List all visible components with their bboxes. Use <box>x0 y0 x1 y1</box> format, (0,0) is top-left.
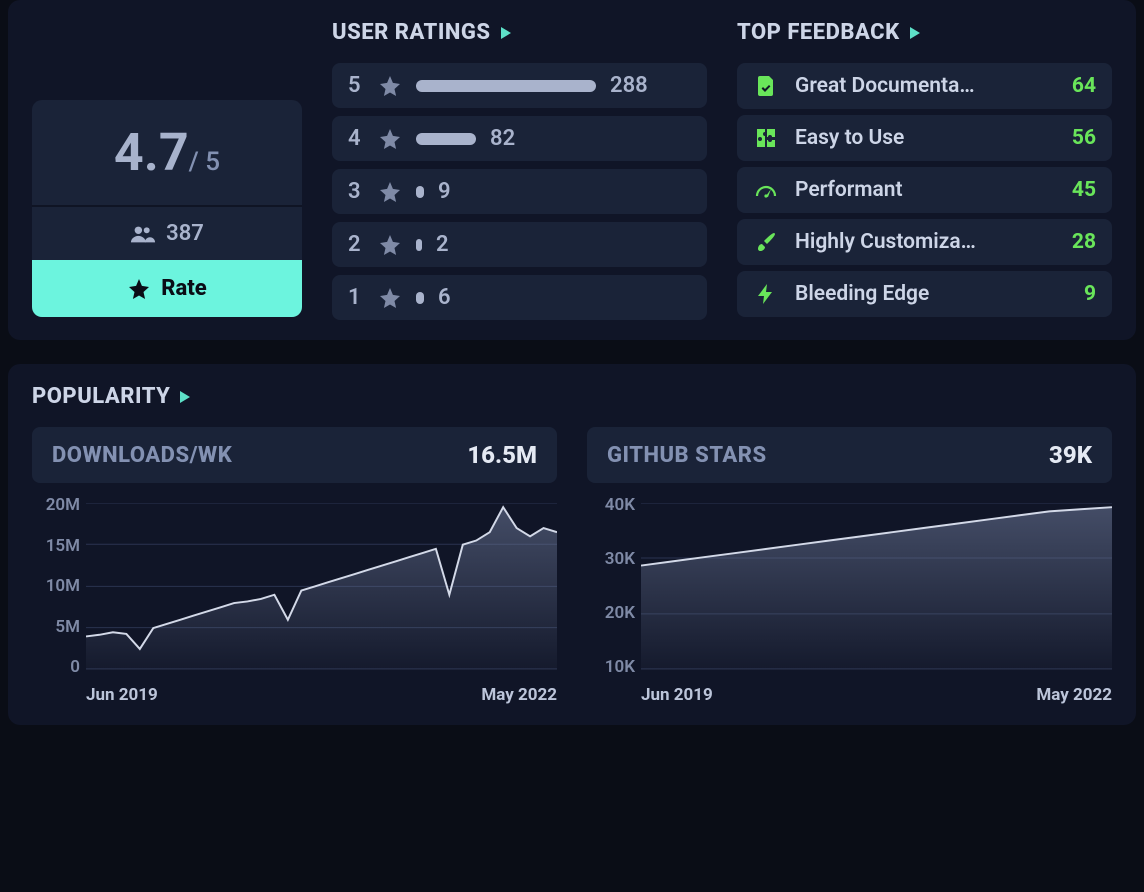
star-icon <box>378 286 402 310</box>
y-tick: 30K <box>587 549 635 569</box>
feedback-row[interactable]: Great Documenta… 64 <box>737 63 1112 109</box>
x-start-label: Jun 2019 <box>641 685 713 705</box>
rating-bar <box>416 285 424 310</box>
rating-score-card: 4.7/ 5 <box>32 100 302 207</box>
rating-bar <box>416 73 596 98</box>
star-level: 4 <box>348 126 364 151</box>
y-tick: 0 <box>32 657 80 677</box>
y-axis-labels: 20M 15M 10M 5M 0 <box>32 495 80 677</box>
y-tick: 10K <box>587 657 635 677</box>
y-tick: 15M <box>32 536 80 556</box>
feedback-label: Performant <box>795 178 1044 202</box>
ratings-panel: 4.7/ 5 387 Rate USER RATINGS 52884823922… <box>8 0 1136 340</box>
stars-chart: 40K 30K 20K 10K Jun 2019 May 2022 <box>587 495 1112 705</box>
feedback-row[interactable]: Highly Customiza… 28 <box>737 219 1112 265</box>
popularity-panel: POPULARITY DOWNLOADS/WK 16.5M 20M 15M 10M 5… <box>8 364 1136 725</box>
people-icon <box>130 225 156 243</box>
rating-bar <box>416 232 422 257</box>
star-level: 1 <box>348 285 364 310</box>
rating-row-2[interactable]: 22 <box>332 222 707 267</box>
feedback-label: Easy to Use <box>795 126 1044 150</box>
downloads-label: DOWNLOADS/WK <box>52 443 232 468</box>
user-ratings-title-text: USER RATINGS <box>332 20 491 45</box>
top-feedback-title-text: TOP FEEDBACK <box>737 20 900 45</box>
play-icon <box>180 391 190 403</box>
popularity-title[interactable]: POPULARITY <box>32 384 1112 409</box>
puzzle-icon <box>753 125 779 151</box>
x-axis-labels: Jun 2019 May 2022 <box>641 685 1112 705</box>
star-level: 2 <box>348 232 364 257</box>
bolt-icon <box>753 281 779 307</box>
rating-row-3[interactable]: 39 <box>332 169 707 214</box>
star-icon <box>378 127 402 151</box>
feedback-row[interactable]: Easy to Use 56 <box>737 115 1112 161</box>
y-tick: 40K <box>587 495 635 515</box>
feedback-label: Highly Customiza… <box>795 230 1044 254</box>
feedback-count: 28 <box>1060 230 1096 254</box>
feedback-row[interactable]: Bleeding Edge 9 <box>737 271 1112 317</box>
stars-value: 39K <box>1049 441 1092 469</box>
rating-count: 82 <box>490 126 515 151</box>
user-ratings-section: USER RATINGS 5288482392216 <box>332 20 707 320</box>
top-feedback-section: TOP FEEDBACK Great Documenta… 64 Easy to U… <box>737 20 1112 317</box>
star-level: 3 <box>348 179 364 204</box>
star-icon <box>378 74 402 98</box>
play-icon <box>910 27 920 39</box>
rating-row-5[interactable]: 5 288 <box>332 63 707 108</box>
feedback-count: 45 <box>1060 178 1096 202</box>
feedback-label: Bleeding Edge <box>795 282 1044 306</box>
gauge-icon <box>753 177 779 203</box>
downloads-header[interactable]: DOWNLOADS/WK 16.5M <box>32 427 557 483</box>
rating-row-1[interactable]: 16 <box>332 275 707 320</box>
star-level: 5 <box>348 73 364 98</box>
x-start-label: Jun 2019 <box>86 685 158 705</box>
downloads-value: 16.5M <box>467 441 537 469</box>
rate-button[interactable]: Rate <box>32 260 302 317</box>
brush-icon <box>753 229 779 255</box>
play-icon <box>501 27 511 39</box>
rating-count: 2 <box>436 232 449 257</box>
rating-bar <box>416 179 424 204</box>
stars-chart-block: GITHUB STARS 39K 40K 30K 20K 10K Jun 2019 M… <box>587 427 1112 705</box>
y-tick: 20M <box>32 495 80 515</box>
rating-row-4[interactable]: 4 82 <box>332 116 707 161</box>
rating-score: 4.7 <box>114 122 189 183</box>
stars-area-chart <box>641 503 1112 670</box>
rating-count: 9 <box>438 179 451 204</box>
voter-count: 387 <box>166 221 204 246</box>
y-tick: 10M <box>32 576 80 596</box>
stars-label: GITHUB STARS <box>607 443 767 468</box>
x-end-label: May 2022 <box>1036 685 1112 705</box>
user-ratings-title[interactable]: USER RATINGS <box>332 20 707 45</box>
stars-header[interactable]: GITHUB STARS 39K <box>587 427 1112 483</box>
doc-check-icon <box>753 73 779 99</box>
x-end-label: May 2022 <box>481 685 557 705</box>
y-tick: 5M <box>32 617 80 637</box>
popularity-title-text: POPULARITY <box>32 384 170 409</box>
feedback-count: 56 <box>1060 126 1096 150</box>
rate-button-label: Rate <box>161 276 206 301</box>
star-icon <box>378 233 402 257</box>
rating-summary: 4.7/ 5 387 Rate <box>32 100 302 317</box>
feedback-count: 64 <box>1060 74 1096 98</box>
y-axis-labels: 40K 30K 20K 10K <box>587 495 635 677</box>
x-axis-labels: Jun 2019 May 2022 <box>86 685 557 705</box>
rating-distribution-list: 5288482392216 <box>332 63 707 320</box>
rating-voter-count: 387 <box>32 207 302 260</box>
rating-denominator: / 5 <box>189 147 220 177</box>
downloads-area-chart <box>86 503 557 670</box>
feedback-list: Great Documenta… 64 Easy to Use 56 Performan… <box>737 63 1112 317</box>
downloads-chart-block: DOWNLOADS/WK 16.5M 20M 15M 10M 5M 0 Jun 2019 <box>32 427 557 705</box>
star-icon <box>378 180 402 204</box>
feedback-label: Great Documenta… <box>795 74 1044 98</box>
rating-bar <box>416 126 476 151</box>
rating-count: 6 <box>438 285 451 310</box>
star-icon <box>127 277 151 301</box>
top-feedback-title[interactable]: TOP FEEDBACK <box>737 20 1112 45</box>
rating-count: 288 <box>610 73 648 98</box>
downloads-chart: 20M 15M 10M 5M 0 Jun 2019 May 2022 <box>32 495 557 705</box>
y-tick: 20K <box>587 603 635 623</box>
feedback-count: 9 <box>1060 282 1096 306</box>
feedback-row[interactable]: Performant 45 <box>737 167 1112 213</box>
